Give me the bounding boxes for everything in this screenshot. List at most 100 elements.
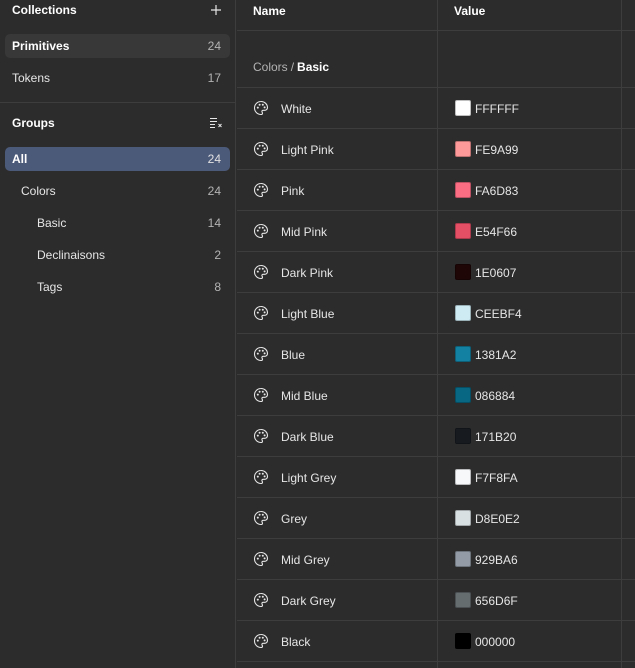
- sort-groups-icon[interactable]: [208, 115, 224, 131]
- column-header-value: Value: [454, 4, 486, 18]
- variable-value[interactable]: 171B20: [475, 430, 516, 444]
- collection-item-primitives[interactable]: Primitives 24: [5, 34, 230, 58]
- color-swatch[interactable]: [455, 182, 471, 198]
- groups-header: Groups: [0, 113, 236, 133]
- variable-value[interactable]: 656D6F: [475, 594, 518, 608]
- plus-icon[interactable]: [208, 2, 224, 18]
- variable-value[interactable]: 000000: [475, 635, 515, 649]
- palette-icon: [253, 469, 269, 485]
- table-row[interactable]: Light Pink FE9A99: [237, 129, 635, 170]
- group-label: Declinaisons: [37, 248, 106, 262]
- color-swatch[interactable]: [455, 510, 471, 526]
- color-swatch[interactable]: [455, 264, 471, 280]
- variable-name[interactable]: White: [281, 102, 312, 116]
- table-row[interactable]: Mid Grey 929BA6: [237, 539, 635, 580]
- variable-value[interactable]: 1381A2: [475, 348, 516, 362]
- table-row[interactable]: Mid Pink E54F66: [237, 211, 635, 252]
- column-header-name: Name: [253, 4, 286, 18]
- collection-count: 24: [207, 39, 221, 53]
- table-row[interactable]: Blue 1381A2: [237, 334, 635, 375]
- sidebar-divider: [0, 102, 236, 103]
- variable-value[interactable]: 1E0607: [475, 266, 516, 280]
- group-item-tags[interactable]: Tags 8: [5, 275, 230, 299]
- collection-label: Primitives: [12, 39, 70, 53]
- variable-name[interactable]: Black: [281, 635, 310, 649]
- color-swatch[interactable]: [455, 469, 471, 485]
- palette-icon: [253, 264, 269, 280]
- breadcrumb-separator: /: [290, 60, 295, 74]
- table-row[interactable]: Dark Pink 1E0607: [237, 252, 635, 293]
- color-swatch[interactable]: [455, 223, 471, 239]
- collection-count: 17: [207, 71, 221, 85]
- group-item-colors[interactable]: Colors 24: [5, 179, 230, 203]
- color-swatch[interactable]: [455, 141, 471, 157]
- variable-name[interactable]: Dark Blue: [281, 430, 334, 444]
- palette-icon: [253, 141, 269, 157]
- variable-name[interactable]: Blue: [281, 348, 305, 362]
- table-row[interactable]: Dark Blue 171B20: [237, 416, 635, 457]
- color-swatch[interactable]: [455, 428, 471, 444]
- table-row[interactable]: Dark Grey 656D6F: [237, 580, 635, 621]
- breadcrumb-current: Basic: [297, 60, 330, 74]
- palette-icon: [253, 428, 269, 444]
- variable-value[interactable]: FA6D83: [475, 184, 518, 198]
- palette-icon: [253, 305, 269, 321]
- palette-icon: [253, 510, 269, 526]
- variable-name[interactable]: Grey: [281, 512, 307, 526]
- table-header: Name Value: [237, 0, 635, 31]
- variable-value[interactable]: D8E0E2: [475, 512, 520, 526]
- variable-name[interactable]: Mid Blue: [281, 389, 328, 403]
- table-row[interactable]: Grey D8E0E2: [237, 498, 635, 539]
- palette-icon: [253, 592, 269, 608]
- palette-icon: [253, 633, 269, 649]
- table-row[interactable]: Light Blue CEEBF4: [237, 293, 635, 334]
- variable-name[interactable]: Pink: [281, 184, 304, 198]
- table-row[interactable]: Light Grey F7F8FA: [237, 457, 635, 498]
- collection-label: Tokens: [12, 71, 51, 85]
- palette-icon: [253, 346, 269, 362]
- color-swatch[interactable]: [455, 305, 471, 321]
- variable-name[interactable]: Mid Pink: [281, 225, 327, 239]
- group-item-basic[interactable]: Basic 14: [5, 211, 230, 235]
- group-item-declinaisons[interactable]: Declinaisons 2: [5, 243, 230, 267]
- table-row[interactable]: Black 000000: [237, 621, 635, 662]
- collections-header: Collections: [0, 0, 236, 20]
- color-swatch[interactable]: [455, 633, 471, 649]
- variable-value[interactable]: FE9A99: [475, 143, 518, 157]
- group-label: Tags: [37, 280, 63, 294]
- variable-value[interactable]: 929BA6: [475, 553, 518, 567]
- variable-value[interactable]: F7F8FA: [475, 471, 518, 485]
- color-swatch[interactable]: [455, 346, 471, 362]
- collection-item-tokens[interactable]: Tokens 17: [5, 66, 230, 90]
- variable-name[interactable]: Light Grey: [281, 471, 336, 485]
- variable-name[interactable]: Dark Grey: [281, 594, 336, 608]
- group-label: All: [12, 152, 28, 166]
- variables-panel: Collections Primitives 24 Tokens 17 Grou…: [0, 0, 635, 668]
- table-row[interactable]: Pink FA6D83: [237, 170, 635, 211]
- variable-name[interactable]: Mid Grey: [281, 553, 330, 567]
- group-heading-row: Colors / Basic: [237, 31, 635, 88]
- palette-icon: [253, 182, 269, 198]
- breadcrumb-parent: Colors: [253, 60, 288, 74]
- palette-icon: [253, 223, 269, 239]
- group-label: Basic: [37, 216, 67, 230]
- variable-value[interactable]: E54F66: [475, 225, 517, 239]
- group-item-all[interactable]: All 24: [5, 147, 230, 171]
- group-count: 2: [214, 248, 221, 262]
- color-swatch[interactable]: [455, 387, 471, 403]
- groups-title: Groups: [12, 116, 55, 130]
- group-count: 14: [207, 216, 221, 230]
- group-label: Colors: [21, 184, 56, 198]
- table-row[interactable]: Mid Blue 086884: [237, 375, 635, 416]
- table-row[interactable]: White FFFFFF: [237, 88, 635, 129]
- variable-value[interactable]: CEEBF4: [475, 307, 522, 321]
- color-swatch[interactable]: [455, 592, 471, 608]
- variable-name[interactable]: Light Blue: [281, 307, 334, 321]
- variable-name[interactable]: Dark Pink: [281, 266, 333, 280]
- variable-value[interactable]: 086884: [475, 389, 515, 403]
- variable-value[interactable]: FFFFFF: [475, 102, 519, 116]
- variable-name[interactable]: Light Pink: [281, 143, 334, 157]
- color-swatch[interactable]: [455, 100, 471, 116]
- group-count: 8: [214, 280, 221, 294]
- color-swatch[interactable]: [455, 551, 471, 567]
